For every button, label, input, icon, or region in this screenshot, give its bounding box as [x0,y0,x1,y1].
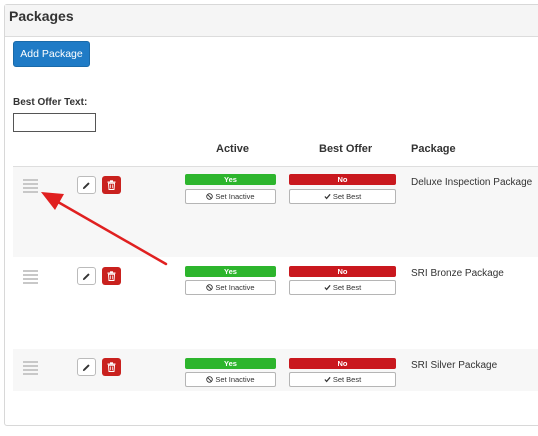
check-icon [324,376,331,383]
column-header-package: Package [411,143,456,155]
best-offer-status-badge: No [289,174,396,185]
panel-header [5,5,538,37]
ban-icon [206,376,214,383]
set-inactive-label: Set Inactive [215,283,255,292]
set-best-button[interactable]: Set Best [289,189,396,204]
set-best-button[interactable]: Set Best [289,280,396,295]
edit-button[interactable] [77,267,96,285]
active-status-badge: Yes [185,266,276,277]
pencil-icon [82,272,90,280]
set-inactive-button[interactable]: Set Inactive [185,372,276,387]
edit-button[interactable] [77,358,96,376]
active-status-badge: Yes [185,174,276,185]
package-name: SRI Bronze Package [411,268,504,279]
delete-button[interactable] [102,267,121,285]
set-best-label: Set Best [332,375,362,384]
set-inactive-label: Set Inactive [215,375,255,384]
drag-handle-icon[interactable] [23,270,38,286]
best-offer-status-badge: No [289,266,396,277]
edit-button[interactable] [77,176,96,194]
active-status-badge: Yes [185,358,276,369]
best-offer-status-badge: No [289,358,396,369]
trash-icon [107,271,116,281]
drag-handle-icon[interactable] [23,361,38,377]
trash-icon [107,362,116,372]
delete-button[interactable] [102,176,121,194]
trash-icon [107,180,116,190]
set-inactive-button[interactable]: Set Inactive [185,189,276,204]
set-best-label: Set Best [332,283,362,292]
check-icon [324,284,331,291]
panel-title: Packages [9,8,74,24]
best-offer-text-label: Best Offer Text: [13,97,88,108]
check-icon [324,193,331,200]
package-name: SRI Silver Package [411,360,498,371]
column-header-best-offer: Best Offer [319,143,373,155]
best-offer-text-input[interactable] [13,113,96,132]
set-best-button[interactable]: Set Best [289,372,396,387]
drag-handle-icon[interactable] [23,179,38,195]
delete-button[interactable] [102,358,121,376]
pencil-icon [82,363,90,371]
table-row: Yes Set Inactive No Set Best SRI Silver … [13,349,538,391]
set-inactive-button[interactable]: Set Inactive [185,280,276,295]
pencil-icon [82,181,90,189]
set-best-label: Set Best [332,192,362,201]
ban-icon [206,193,214,200]
ban-icon [206,284,214,291]
table-row: Yes Set Inactive No Set Best Deluxe Insp… [13,167,538,257]
set-inactive-label: Set Inactive [215,192,255,201]
column-header-active: Active [216,143,250,155]
package-name: Deluxe Inspection Package [411,177,533,188]
table-row: Yes Set Inactive No Set Best SRI Bronze … [13,258,538,348]
add-package-button[interactable]: Add Package [13,41,90,67]
